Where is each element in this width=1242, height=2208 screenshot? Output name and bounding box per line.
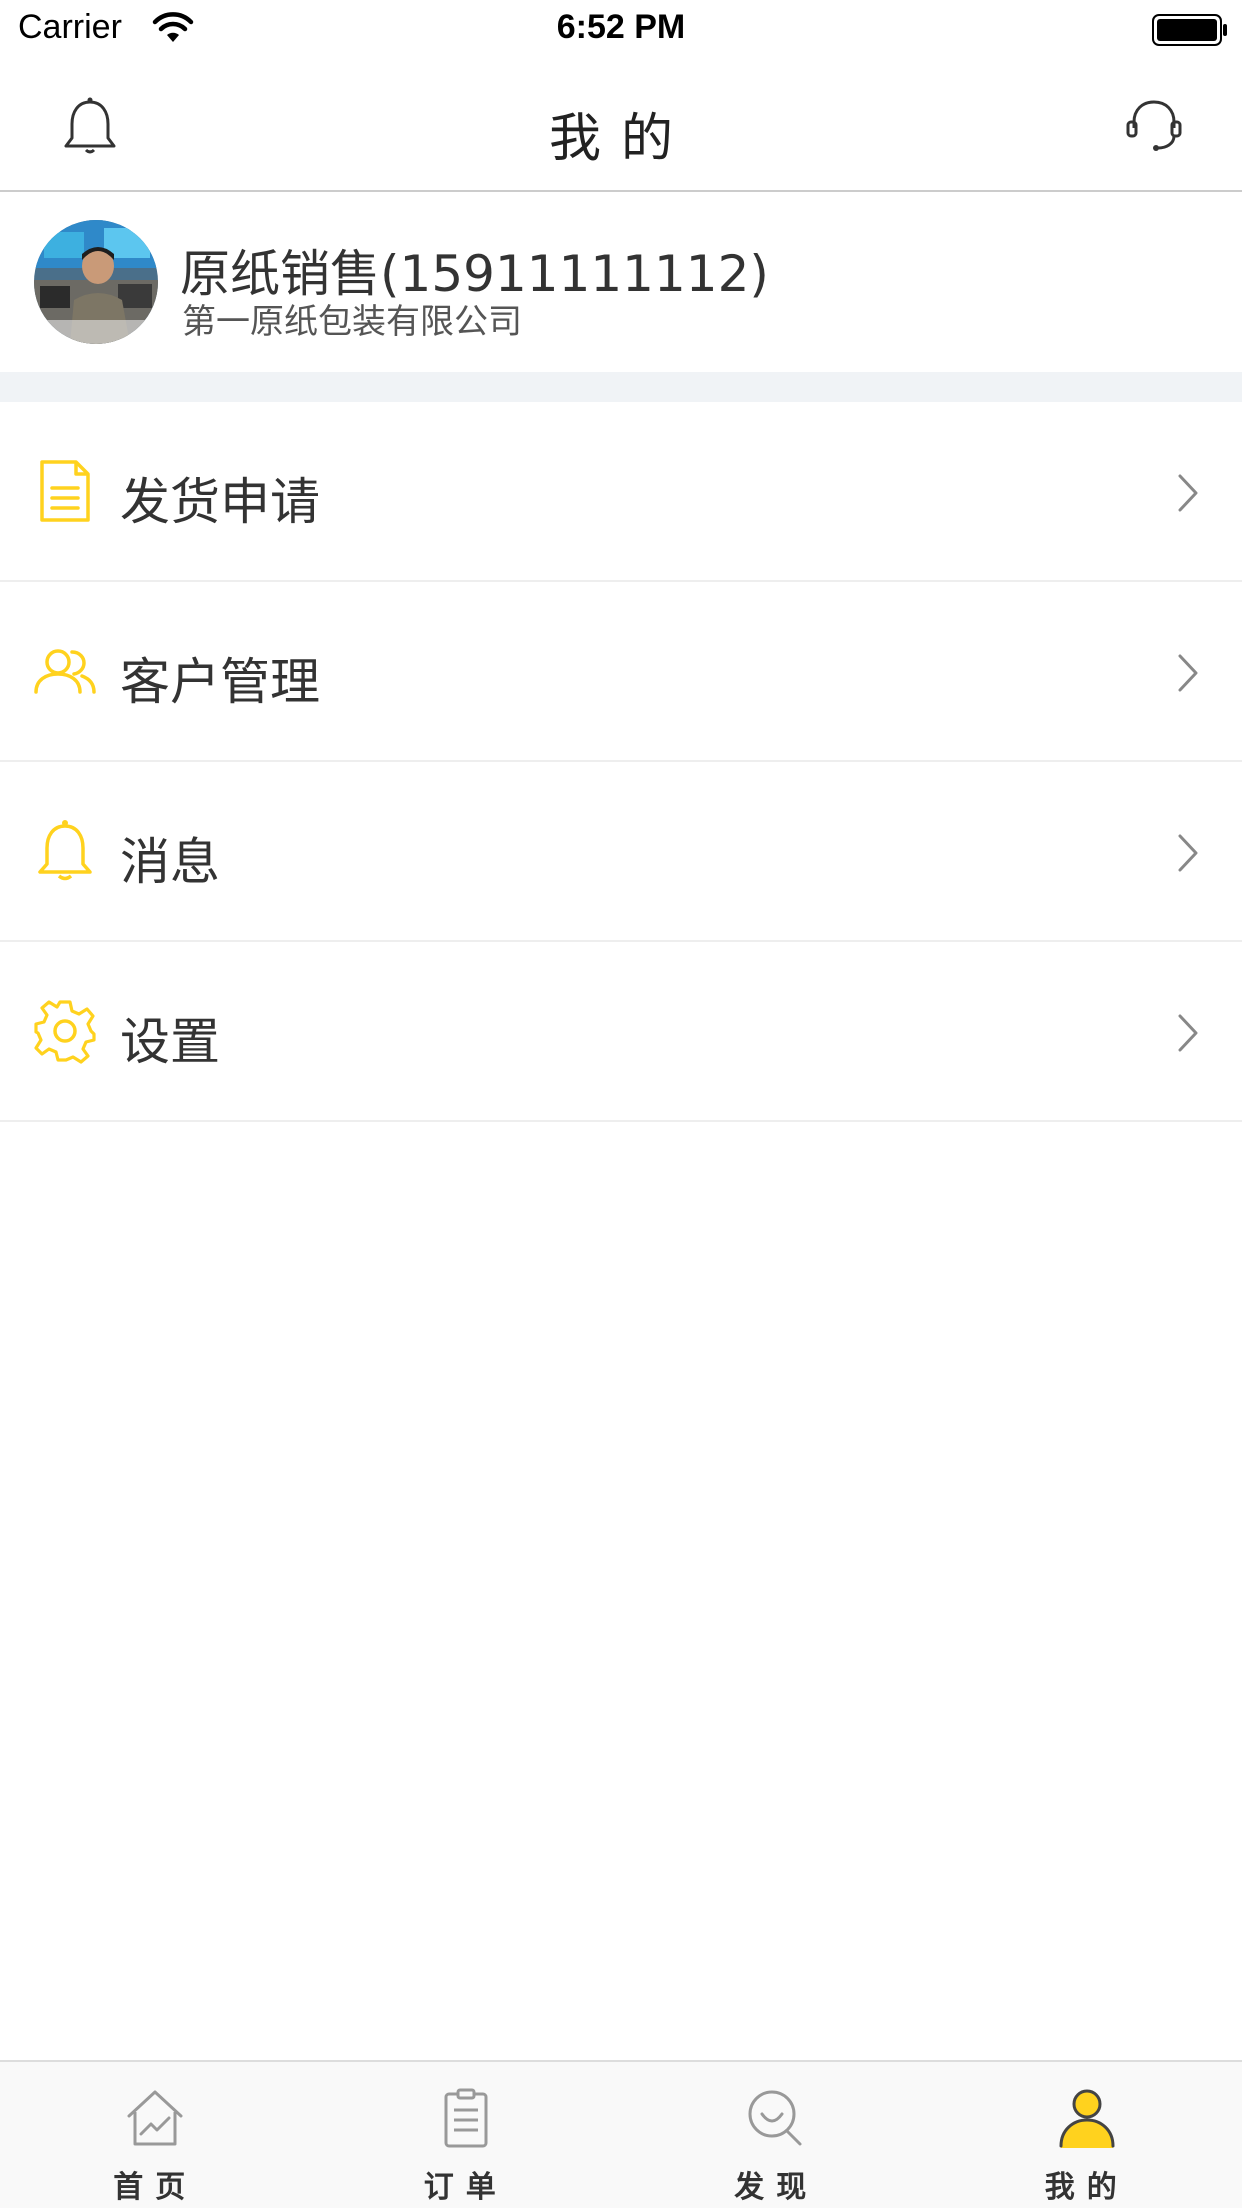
- menu-item-label: 发货申请: [120, 473, 320, 531]
- headset-icon[interactable]: [1122, 94, 1186, 158]
- menu-list: 发货申请 客户管理 消息 设置: [0, 402, 1242, 1122]
- section-divider: [0, 372, 1242, 402]
- menu-item-messages[interactable]: 消息: [0, 762, 1242, 942]
- clipboard-icon: [444, 2088, 488, 2148]
- person-icon: [1059, 2089, 1115, 2148]
- tab-label: 我的: [1044, 2170, 1129, 2205]
- tab-mine[interactable]: 我的: [932, 2062, 1242, 2208]
- status-bar: Carrier 6:52 PM: [0, 0, 1242, 60]
- bell-icon: [38, 820, 92, 881]
- chevron-right-icon: [1178, 1014, 1198, 1052]
- tab-discover[interactable]: 发现: [621, 2062, 932, 2208]
- gear-icon: [34, 1000, 96, 1064]
- tab-label: 首页: [113, 2170, 198, 2205]
- chevron-right-icon: [1178, 654, 1198, 692]
- avatar[interactable]: [34, 220, 158, 344]
- tab-label: 订单: [423, 2170, 508, 2205]
- chevron-right-icon: [1178, 834, 1198, 872]
- menu-item-customer-management[interactable]: 客户管理: [0, 582, 1242, 762]
- users-icon: [34, 649, 96, 694]
- search-icon: [748, 2090, 802, 2146]
- tab-home[interactable]: 首页: [0, 2062, 311, 2208]
- tab-bar: 首页 订单 发现 我的: [0, 2060, 1242, 2208]
- page-title: 我的: [548, 109, 693, 169]
- profile-company: 第一原纸包装有限公司: [182, 302, 522, 342]
- status-time: 6:52 PM: [556, 8, 686, 46]
- battery-icon: [1152, 14, 1227, 46]
- nav-bar: 我的: [0, 60, 1242, 192]
- tab-orders[interactable]: 订单: [311, 2062, 622, 2208]
- menu-item-label: 设置: [120, 1013, 220, 1071]
- menu-item-label: 客户管理: [120, 653, 320, 711]
- chevron-right-icon: [1178, 474, 1198, 512]
- menu-item-label: 消息: [120, 833, 220, 891]
- profile-header[interactable]: 原纸销售(15911111112) 第一原纸包装有限公司: [0, 194, 1242, 372]
- document-icon: [40, 460, 90, 522]
- tab-label: 发现: [734, 2170, 819, 2205]
- menu-item-shipping-request[interactable]: 发货申请: [0, 402, 1242, 582]
- home-chart-icon: [127, 2090, 183, 2146]
- menu-item-settings[interactable]: 设置: [0, 942, 1242, 1122]
- avatar-photo: [34, 220, 158, 344]
